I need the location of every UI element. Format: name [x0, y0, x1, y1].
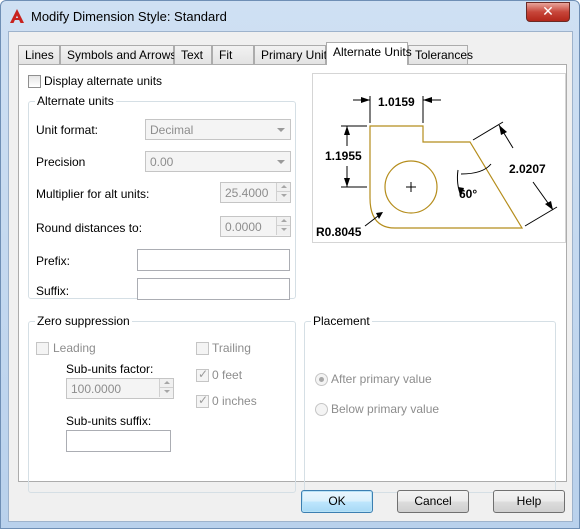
after-primary-radio[interactable]	[315, 373, 328, 386]
zero-inches-checkbox[interactable]: ✓	[196, 393, 209, 408]
tab-alternate-units[interactable]: Alternate Units	[326, 42, 412, 65]
checkmark-icon: ✓	[198, 367, 209, 381]
unit-format-select[interactable]: Decimal	[145, 119, 291, 140]
cancel-button[interactable]: Cancel	[397, 490, 469, 513]
trailing-label: Trailing	[212, 341, 251, 355]
ok-button[interactable]: OK	[301, 490, 373, 513]
checkmark-icon: ✓	[198, 393, 209, 407]
subunits-factor-label: Sub-units factor:	[66, 362, 154, 376]
preview-part-outline	[369, 125, 524, 229]
display-alternate-units-label: Display alternate units	[44, 74, 163, 88]
leading-label: Leading	[53, 341, 96, 355]
subunits-factor-value: 100.0000	[71, 382, 122, 396]
subunits-suffix-label: Sub-units suffix:	[66, 414, 152, 428]
tab-fit[interactable]: Fit	[212, 45, 254, 64]
zero-feet-checkbox[interactable]: ✓	[196, 367, 209, 382]
close-button[interactable]: ✕	[526, 2, 570, 22]
tab-tolerances[interactable]: Tolerances	[408, 45, 473, 64]
help-button[interactable]: Help	[493, 490, 565, 513]
below-primary-label: Below primary value	[331, 402, 440, 416]
round-distances-value: 0.0000	[225, 220, 262, 234]
title-bar[interactable]: Modify Dimension Style: Standard ✕	[1, 1, 579, 31]
spin-up-icon[interactable]	[276, 217, 290, 226]
below-primary-radio[interactable]	[315, 403, 328, 416]
zero-suppression-group-label: Zero suppression	[35, 314, 132, 328]
precision-select[interactable]: 0.00	[145, 151, 291, 172]
dialog-window: Modify Dimension Style: Standard ✕ Lines…	[0, 0, 580, 529]
subunits-factor-stepper[interactable]: 100.0000	[66, 378, 174, 399]
alternate-units-group-label: Alternate units	[35, 94, 116, 108]
dim-radius-text: R0.8045	[316, 225, 362, 239]
zero-feet-label: 0 feet	[212, 368, 243, 382]
dialog-client: Lines Symbols and Arrows Text Fit Primar…	[8, 31, 573, 522]
suffix-input[interactable]	[137, 278, 290, 300]
tab-lines[interactable]: Lines	[18, 45, 60, 64]
unit-format-value: Decimal	[150, 123, 194, 137]
round-distances-stepper[interactable]: 0.0000	[220, 216, 291, 237]
multiplier-stepper[interactable]: 25.4000	[220, 182, 291, 203]
precision-value: 0.00	[150, 155, 174, 169]
spin-down-icon[interactable]	[276, 192, 290, 201]
precision-label: Precision	[36, 155, 86, 169]
dim-left-text: 1.1955	[325, 149, 362, 163]
dim-angle-text: 60°	[459, 187, 477, 201]
dimension-preview: 1.0159 1.1955 2.0207 60° R0.8045	[312, 73, 566, 243]
autocad-a-icon	[10, 9, 24, 23]
spin-up-icon[interactable]	[159, 379, 173, 388]
window-title: Modify Dimension Style: Standard	[31, 9, 227, 24]
chevron-down-icon	[277, 128, 285, 132]
dim-top-text: 1.0159	[378, 95, 415, 109]
spin-up-icon[interactable]	[276, 183, 290, 192]
trailing-checkbox[interactable]	[196, 342, 209, 355]
preview-drawing: 1.0159 1.1955 2.0207 60° R0.8045	[316, 95, 558, 239]
multiplier-value: 25.4000	[225, 186, 269, 200]
zero-inches-label: 0 inches	[212, 394, 257, 408]
round-distances-label: Round distances to:	[36, 221, 143, 235]
after-primary-label: After primary value	[331, 372, 432, 386]
prefix-input[interactable]	[137, 249, 290, 271]
display-alternate-units-checkbox[interactable]	[28, 75, 41, 88]
alternate-units-page: Display alternate units Alternate units …	[18, 64, 567, 493]
suffix-label: Suffix:	[36, 284, 70, 298]
spin-down-icon[interactable]	[159, 388, 173, 397]
spin-down-icon[interactable]	[276, 226, 290, 235]
tab-symbols-and-arrows[interactable]: Symbols and Arrows	[60, 45, 176, 64]
tab-text[interactable]: Text	[174, 45, 212, 64]
chevron-down-icon	[277, 160, 285, 164]
placement-group-label: Placement	[311, 314, 372, 328]
tab-primary-units[interactable]: Primary Units	[254, 45, 333, 64]
unit-format-label: Unit format:	[36, 123, 99, 137]
dim-right-text: 2.0207	[509, 162, 546, 176]
subunits-suffix-input[interactable]	[66, 430, 171, 452]
leading-checkbox[interactable]	[36, 342, 49, 355]
multiplier-label: Multiplier for alt units:	[36, 187, 150, 201]
prefix-label: Prefix:	[36, 254, 71, 268]
